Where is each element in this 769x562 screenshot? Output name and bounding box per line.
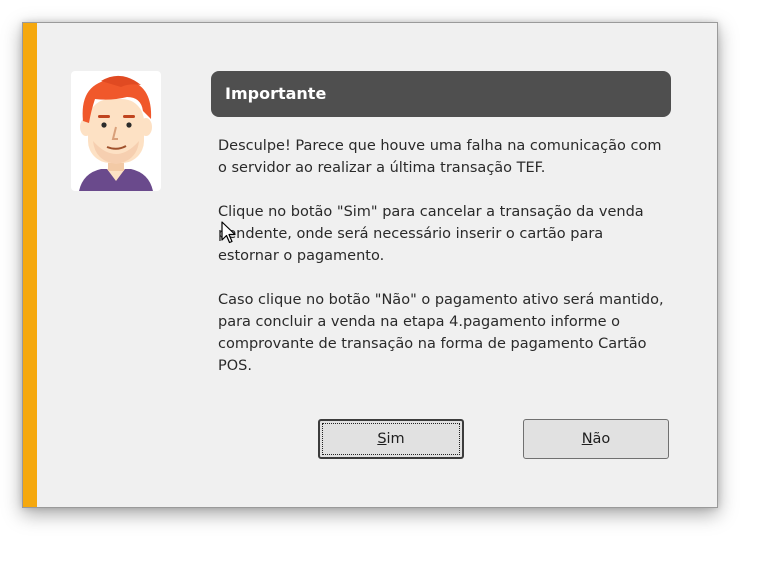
no-button-mnemonic: N [581, 431, 593, 447]
no-button[interactable]: Não [523, 419, 669, 459]
alert-dialog: Importante Desculpe! Parece que houve um… [22, 22, 718, 508]
message-paragraph-3: Caso clique no botão "Não" o pagamento a… [218, 292, 664, 374]
mouse-cursor-icon [221, 221, 237, 249]
message-paragraph-2: Clique no botão "Sim" para cancelar a tr… [218, 204, 644, 264]
message-paragraph-1: Desculpe! Parece que houve uma falha na … [218, 138, 662, 176]
focus-ring [322, 423, 460, 455]
no-button-label: ão [592, 431, 611, 447]
assistant-avatar-icon [71, 71, 161, 191]
yes-button[interactable]: Sim [318, 419, 464, 459]
dialog-title: Importante [211, 71, 671, 117]
accent-bar [23, 23, 37, 507]
dialog-message: Desculpe! Parece que houve uma falha na … [218, 135, 668, 399]
